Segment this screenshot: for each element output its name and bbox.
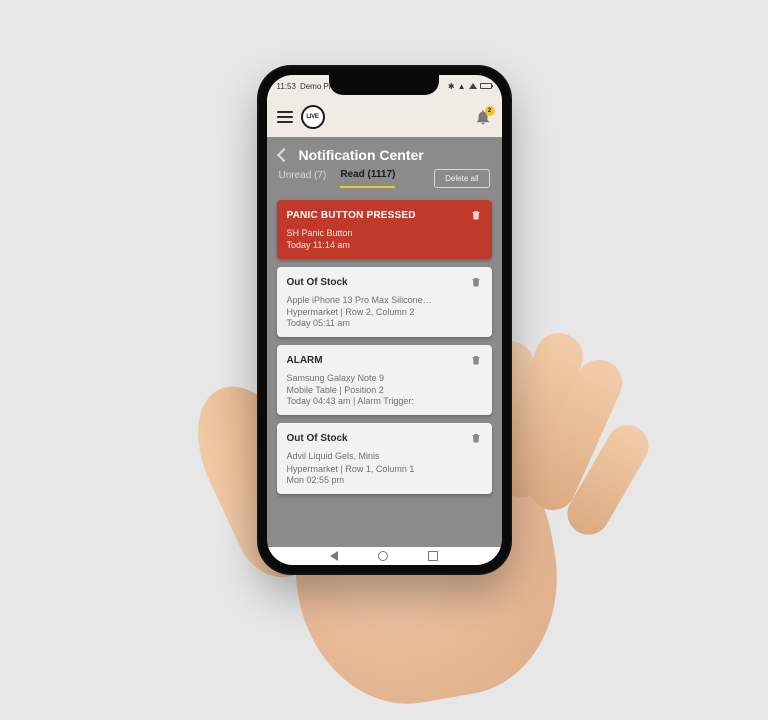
card-line2: Mobile Table | Position 2 [287, 385, 482, 395]
wifi-icon: ▲ [458, 82, 466, 91]
card-timestamp: Mon 02:55 pm [287, 475, 482, 485]
app-logo-text: LIVE [306, 114, 318, 120]
card-line2: Hypermarket | Row 2, Column 2 [287, 307, 482, 317]
notification-list[interactable]: PANIC BUTTON PRESSED SH Panic Button Tod… [267, 194, 502, 547]
tabs: Unread (7) Read (1117) Delete all [267, 169, 502, 194]
status-time: 11:53 [277, 82, 296, 91]
delete-icon[interactable] [470, 353, 482, 367]
notification-card[interactable]: ALARM Samsung Galaxy Note 9 Mobile Table… [277, 345, 492, 415]
card-timestamp: Today 04:43 am | Alarm Trigger: [287, 396, 482, 406]
notification-card[interactable]: Out Of Stock Apple iPhone 13 Pro Max Sil… [277, 267, 492, 337]
delete-all-button[interactable]: Delete all [434, 169, 489, 188]
card-timestamp: Today 11:14 am [287, 240, 482, 250]
notifications-badge: 2 [485, 106, 495, 116]
notification-card[interactable]: PANIC BUTTON PRESSED SH Panic Button Tod… [277, 200, 492, 259]
battery-icon [480, 83, 492, 89]
card-line1: Samsung Galaxy Note 9 [287, 372, 482, 384]
bluetooth-icon: ✱ [448, 82, 455, 91]
card-line1: SH Panic Button [287, 227, 482, 239]
notification-card[interactable]: Out Of Stock Advil Liquid Gels, Minis Hy… [277, 423, 492, 493]
page-title: Notification Center [299, 147, 424, 163]
card-title: PANIC BUTTON PRESSED [287, 210, 416, 221]
delete-icon[interactable] [470, 431, 482, 445]
nav-recents-icon[interactable] [428, 551, 438, 561]
card-line2: Hypermarket | Row 1, Column 1 [287, 464, 482, 474]
card-title: ALARM [287, 355, 323, 366]
tab-unread[interactable]: Unread (7) [279, 170, 327, 187]
android-nav-bar [267, 547, 502, 565]
phone-frame: 11:53 Demo Phone ✱ ▲ LIVE [257, 65, 512, 575]
delete-icon[interactable] [470, 208, 482, 222]
card-timestamp: Today 05:11 am [287, 318, 482, 328]
card-line1: Advil Liquid Gels, Minis [287, 450, 482, 462]
card-title: Out Of Stock [287, 433, 348, 444]
card-line1: Apple iPhone 13 Pro Max Silicone… [287, 294, 482, 306]
back-icon[interactable] [276, 148, 290, 162]
signal-icon [469, 83, 477, 89]
delete-icon[interactable] [470, 275, 482, 289]
nav-back-icon[interactable] [330, 551, 338, 561]
tab-read[interactable]: Read (1117) [340, 169, 395, 188]
nav-home-icon[interactable] [378, 551, 388, 561]
app-logo[interactable]: LIVE [301, 105, 325, 129]
app-bar: LIVE 2 [267, 97, 502, 137]
card-title: Out Of Stock [287, 277, 348, 288]
phone-screen: 11:53 Demo Phone ✱ ▲ LIVE [267, 75, 502, 565]
notifications-icon[interactable]: 2 [474, 108, 492, 126]
menu-icon[interactable] [277, 111, 293, 123]
phone-notch [329, 75, 439, 95]
